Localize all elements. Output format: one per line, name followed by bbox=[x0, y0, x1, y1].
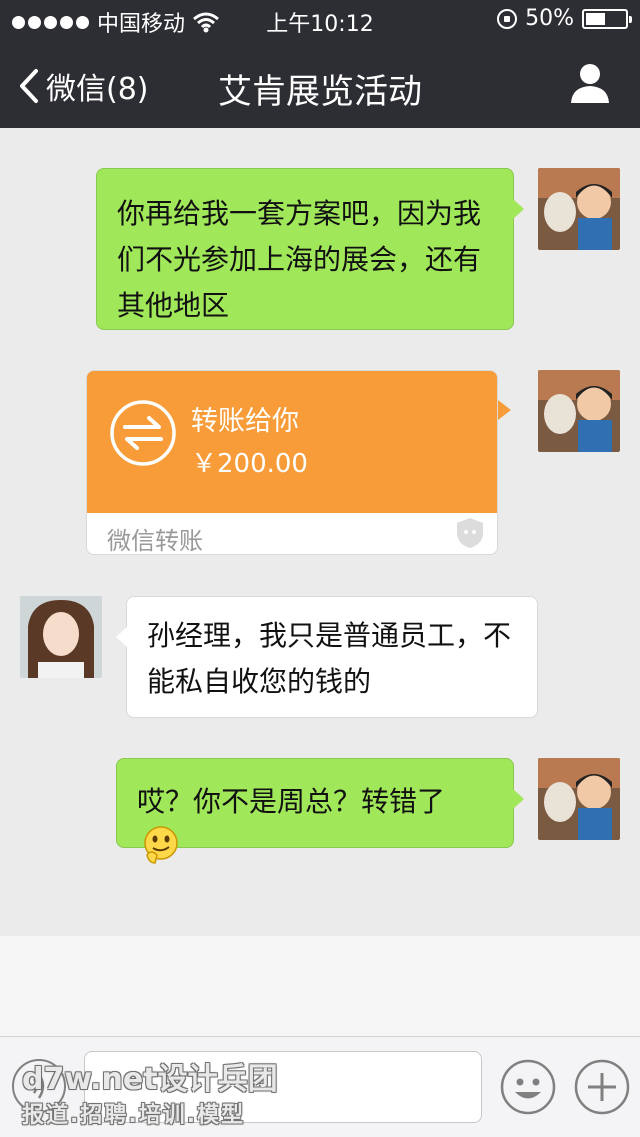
message-bubble-incoming[interactable]: 孙经理，我只是普通员工，不能私自收您的钱的 bbox=[116, 596, 538, 718]
nav-bar: 微信(8) 艾肯展览活动 bbox=[0, 40, 640, 128]
avatar-self[interactable] bbox=[538, 758, 620, 840]
watermark: d7w.net设计兵团 报道.招聘.培训.模型 bbox=[22, 1062, 278, 1134]
chat-footer-space bbox=[0, 936, 640, 1036]
watermark-line1: d7w.net设计兵团 bbox=[22, 1062, 278, 1097]
watermark-line2: 报道.招聘.培训.模型 bbox=[22, 1103, 246, 1128]
chevron-left-icon bbox=[20, 69, 38, 103]
battery-percent: 50% bbox=[525, 6, 574, 31]
avatar-self[interactable] bbox=[538, 370, 620, 452]
transfer-card[interactable]: 转账给你 ￥200.00 微信转账 bbox=[86, 370, 498, 555]
status-right: 50% bbox=[497, 6, 632, 31]
shield-icon bbox=[457, 518, 483, 548]
transfer-arrows-icon bbox=[110, 400, 176, 466]
transfer-card-header: 转账给你 ￥200.00 bbox=[87, 371, 497, 513]
status-bar: 中国移动 上午10:12 50% bbox=[0, 0, 640, 40]
message-text: 孙经理，我只是普通员工，不能私自收您的钱的 bbox=[147, 619, 512, 698]
transfer-title: 转账给你 bbox=[191, 406, 299, 437]
avatar-contact[interactable] bbox=[20, 596, 102, 678]
message-text: 你再给我一套方案吧，因为我们不光参加上海的展会，还有其他地区 bbox=[117, 197, 482, 322]
rotation-lock-icon bbox=[497, 8, 518, 29]
message-text: 哎？你不是周总？转错了 bbox=[137, 785, 446, 818]
back-button[interactable]: 微信(8) bbox=[18, 64, 149, 108]
battery-icon bbox=[582, 8, 632, 29]
transfer-amount: ￥200.00 bbox=[191, 449, 308, 479]
smiley-icon[interactable] bbox=[500, 1059, 556, 1115]
person-icon[interactable] bbox=[570, 62, 610, 104]
transfer-bubble-tail bbox=[498, 400, 511, 420]
message-bubble-outgoing[interactable]: 哎？你不是周总？转错了 bbox=[116, 758, 524, 864]
back-label: 微信(8) bbox=[46, 72, 149, 107]
plus-icon[interactable] bbox=[574, 1059, 630, 1115]
thinking-face-icon bbox=[144, 826, 178, 864]
message-bubble-outgoing[interactable]: 你再给我一套方案吧，因为我们不光参加上海的展会，还有其他地区 bbox=[96, 168, 524, 330]
transfer-footer-label: 微信转账 bbox=[107, 527, 203, 555]
avatar-self[interactable] bbox=[538, 168, 620, 250]
